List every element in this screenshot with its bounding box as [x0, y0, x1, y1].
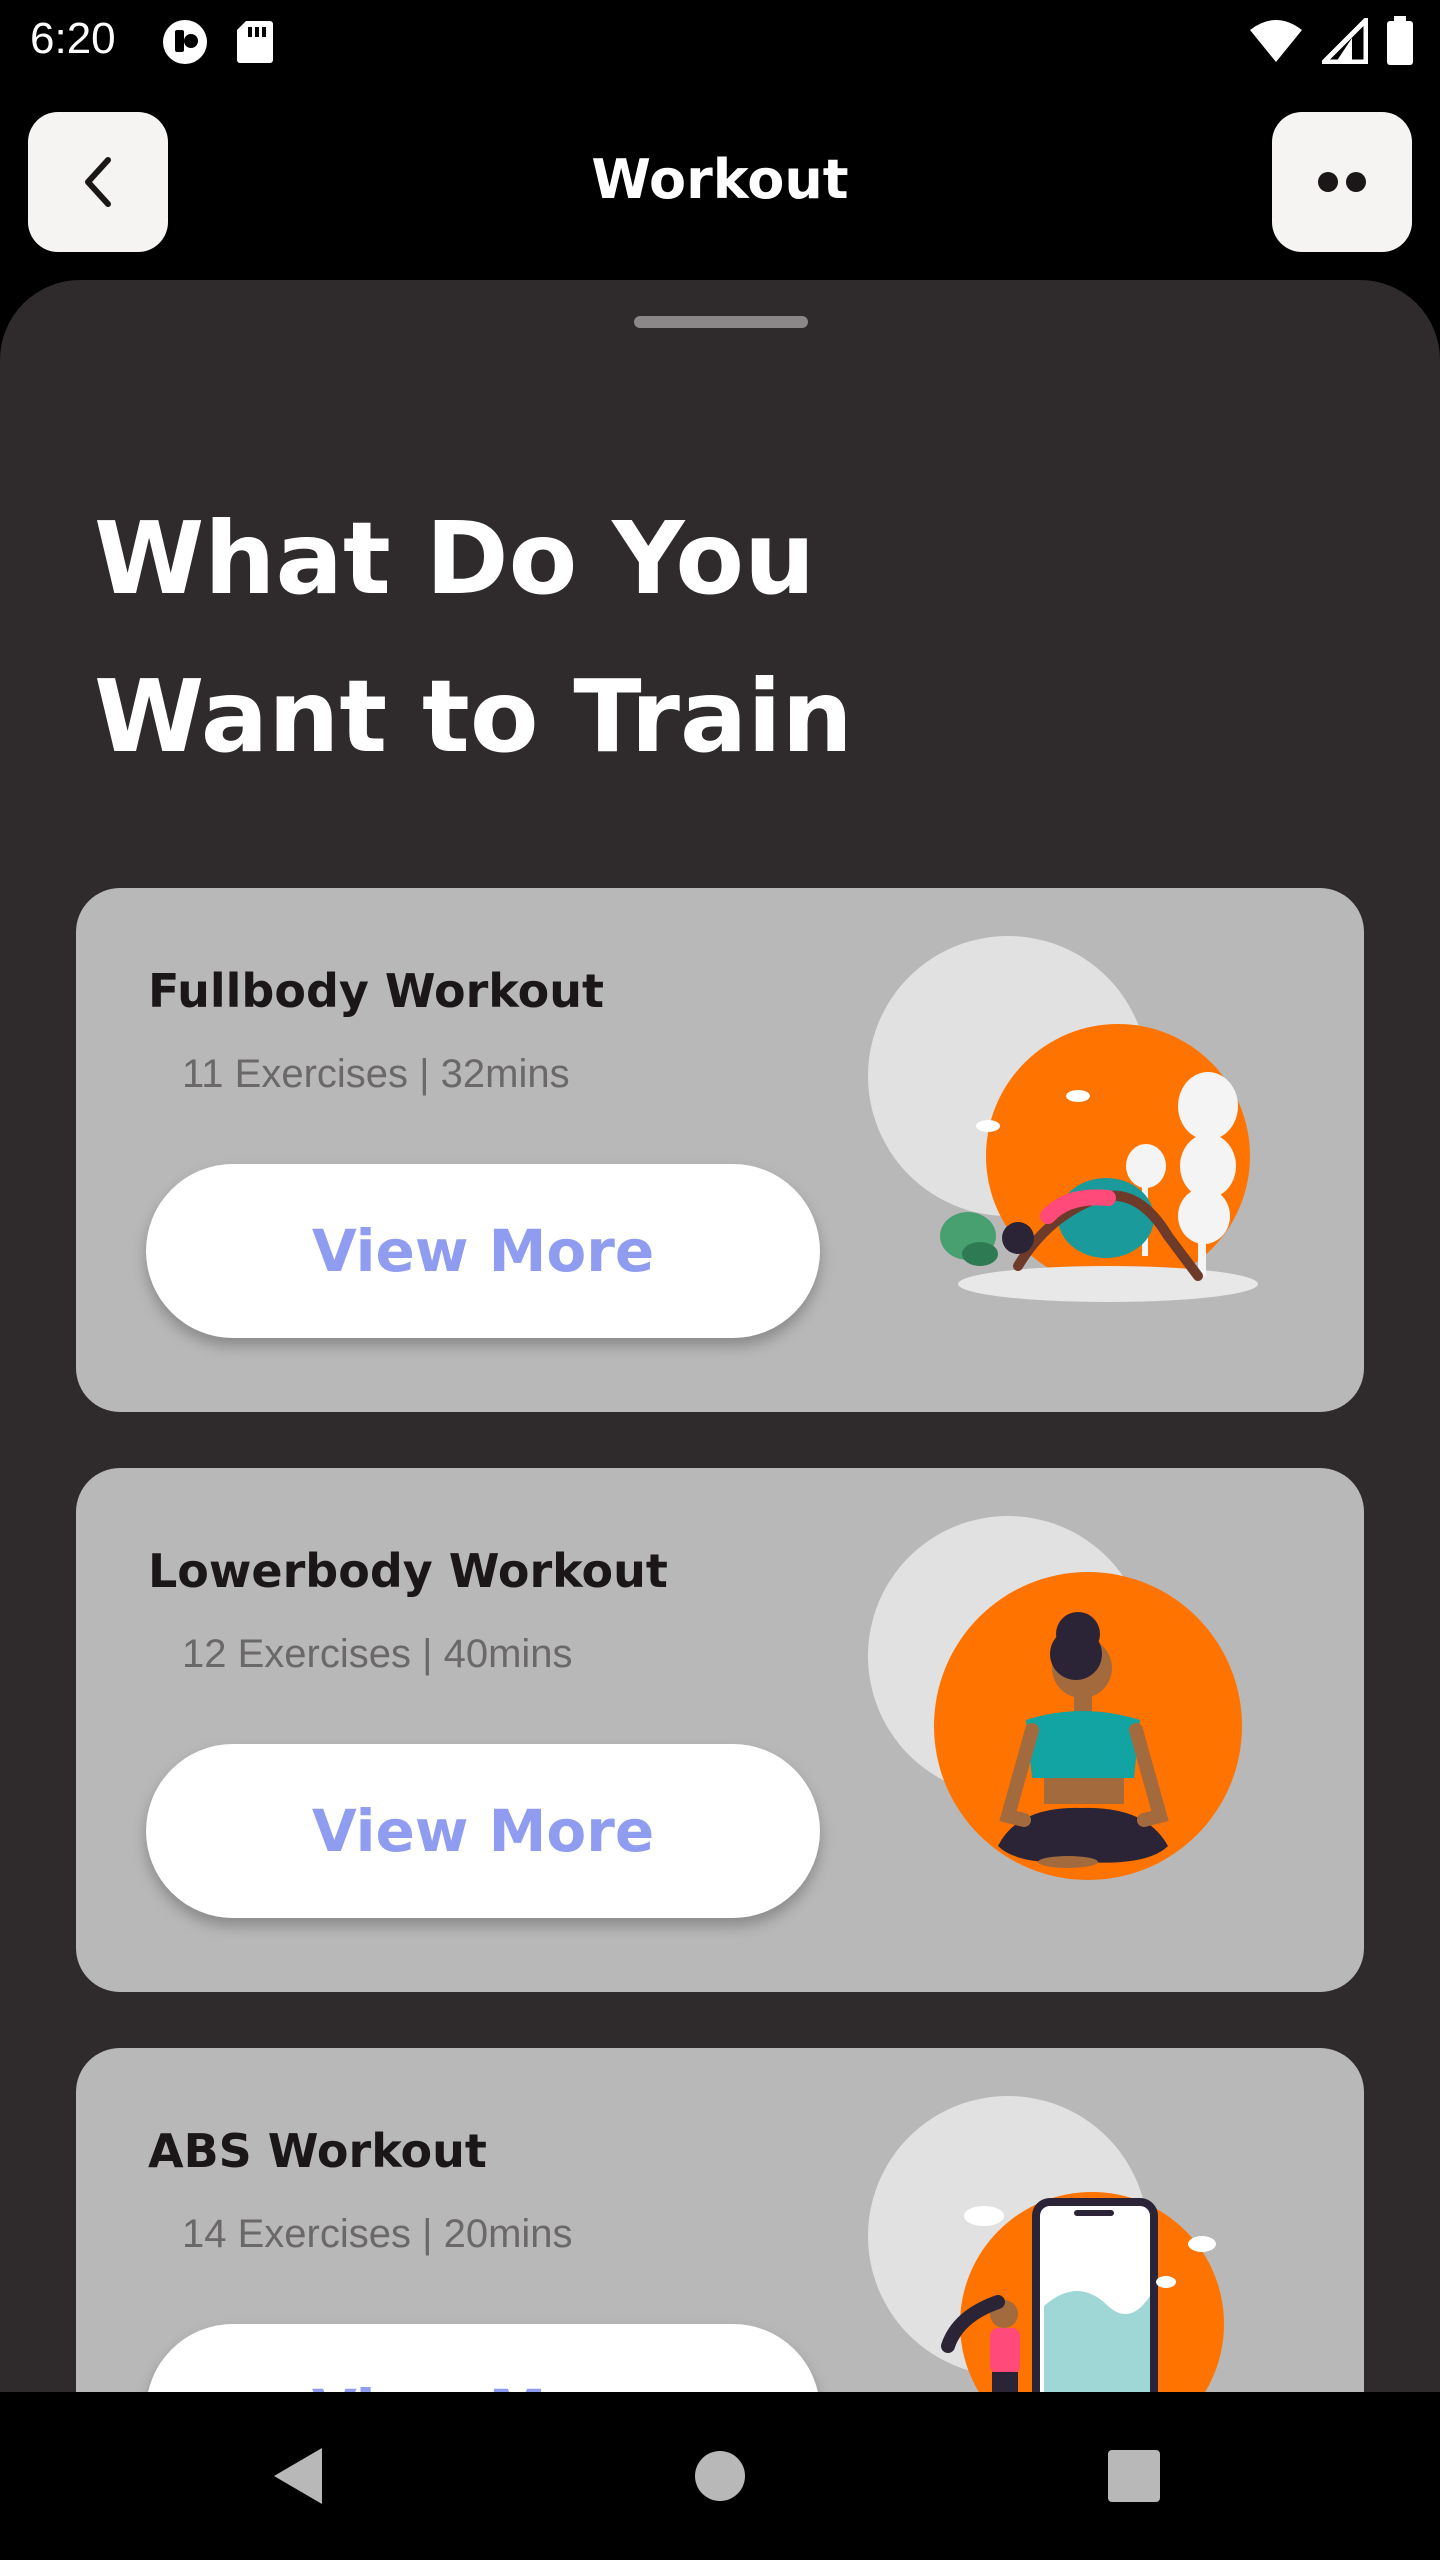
heading-line-2: Want to Train [94, 658, 853, 775]
workout-title: ABS Workout [148, 2124, 487, 2178]
workout-meta: 14 Exercises | 20mins [182, 2212, 573, 2256]
workout-meta: 11 Exercises | 32mins [182, 1052, 570, 1096]
app-bar: Workout [0, 84, 1440, 280]
nav-home-button[interactable] [680, 2436, 760, 2516]
meditation-illustration [868, 1516, 1242, 1880]
system-nav-bar [0, 2392, 1440, 2560]
yoga-stretch-illustration [868, 936, 1258, 1302]
content-sheet: What Do You Want to Train Fullbody Worko… [0, 280, 1440, 2392]
view-more-button[interactable]: View More [146, 1744, 820, 1918]
workout-title: Fullbody Workout [148, 964, 604, 1018]
more-dots-icon [1318, 172, 1366, 192]
battery-icon [1387, 16, 1413, 65]
workout-card-fullbody: Fullbody Workout 11 Exercises | 32mins V… [76, 888, 1364, 1412]
page-title: Workout [591, 148, 849, 211]
heading-line-1: What Do You [94, 500, 816, 617]
status-right-icons [1248, 16, 1414, 66]
more-options-button[interactable] [1272, 112, 1412, 252]
workout-meta: 12 Exercises | 40mins [182, 1632, 573, 1676]
sd-card-icon [237, 21, 273, 63]
notification-app-icon [163, 20, 207, 64]
drag-handle[interactable] [634, 316, 808, 328]
workout-card-abs: ABS Workout 14 Exercises | 20mins View M… [76, 2048, 1364, 2392]
view-more-button[interactable]: View More [146, 1164, 820, 1338]
cellular-signal-icon [1322, 18, 1368, 64]
status-time: 6:20 [30, 14, 116, 63]
nav-recents-button[interactable] [1094, 2436, 1174, 2516]
triangle-back-icon [274, 2448, 322, 2504]
phone-runner-illustration [868, 2096, 1224, 2392]
workout-card-lowerbody: Lowerbody Workout 12 Exercises | 40mins … [76, 1468, 1364, 1992]
square-recents-icon [1108, 2450, 1160, 2502]
status-left-icons [160, 18, 274, 66]
wifi-icon [1250, 20, 1302, 62]
workout-title: Lowerbody Workout [148, 1544, 668, 1598]
section-heading: What Do You Want to Train [94, 480, 994, 796]
circle-home-icon [695, 2451, 745, 2501]
status-bar: 6:20 [0, 0, 1440, 84]
view-more-button[interactable]: View More [146, 2324, 820, 2392]
nav-back-button[interactable] [258, 2436, 338, 2516]
